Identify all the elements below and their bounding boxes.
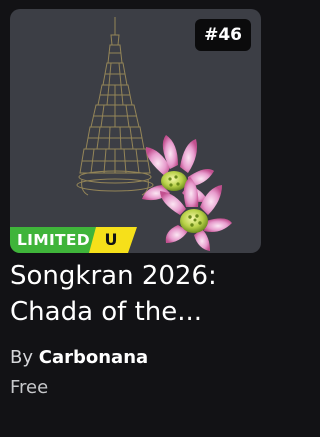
item-thumbnail[interactable]: #46 [10,9,261,253]
limited-unique-badge: LIMITED U [10,227,137,253]
creator-name-link[interactable]: Carbonana [39,347,148,368]
item-creator: By Carbonana [10,346,148,370]
item-title[interactable]: Songkran 2026: Chada of the... [10,258,260,330]
limited-type-label: U [88,227,137,253]
creator-prefix: By [10,347,34,368]
catalog-item-card[interactable]: #46 LIMITED U Songkran 2026: Chada of th… [0,0,270,437]
item-price: Free [10,377,49,398]
serial-number-badge: #46 [195,19,251,51]
limited-label: LIMITED [10,227,96,253]
